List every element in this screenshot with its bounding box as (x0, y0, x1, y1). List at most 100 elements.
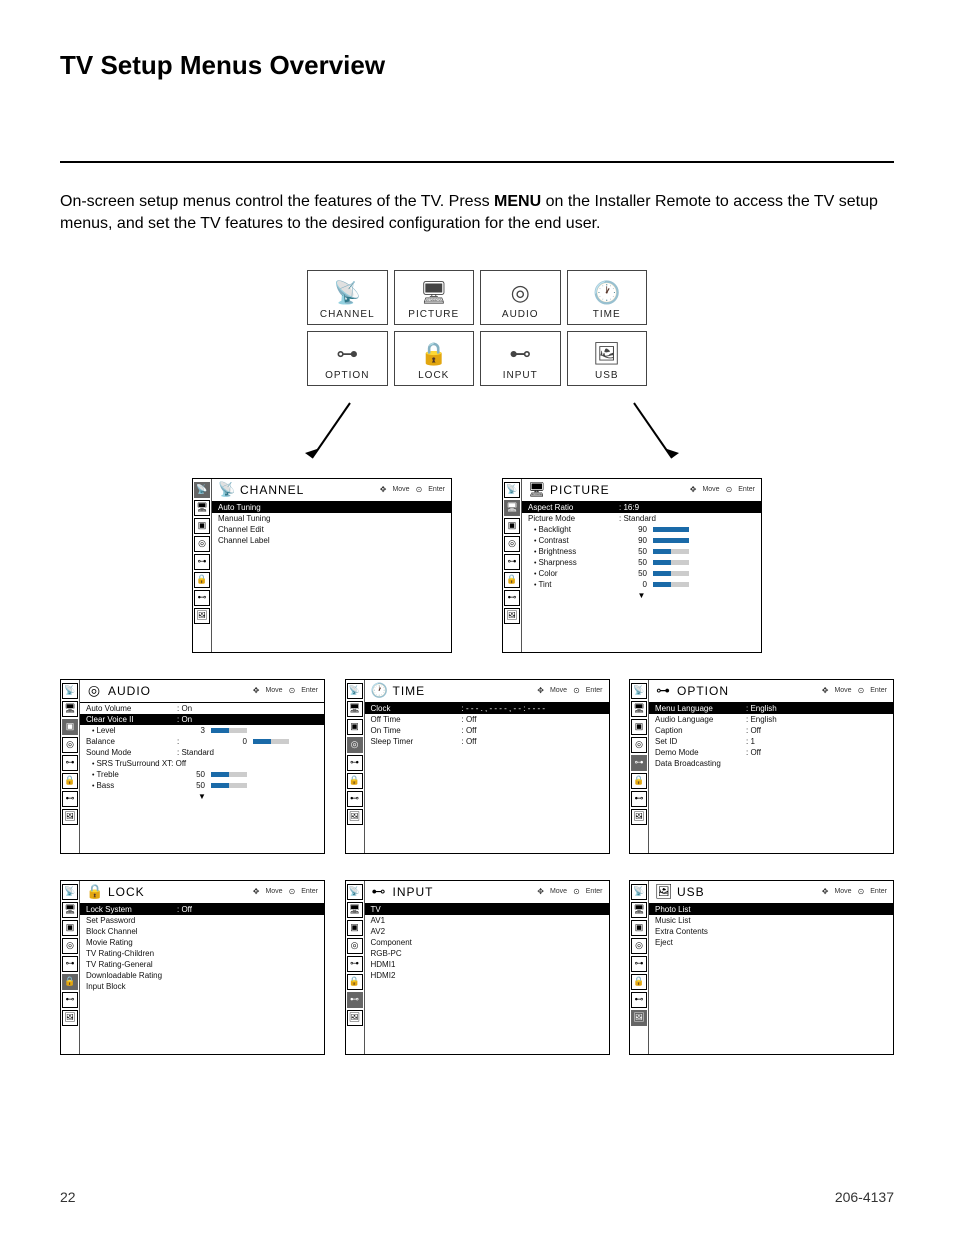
panel-row[interactable]: Clear Voice II: On (80, 714, 324, 725)
strip-icon[interactable]: 🖥 (347, 902, 363, 918)
panel-row[interactable]: Balance:0 (80, 736, 324, 747)
strip-icon[interactable]: 🔒 (631, 974, 647, 990)
strip-icon[interactable]: 🖥 (62, 902, 78, 918)
panel-row[interactable]: Set Password (80, 915, 324, 926)
strip-icon[interactable]: ⊶ (347, 755, 363, 771)
panel-row[interactable]: Auto Tuning (212, 502, 451, 513)
panel-row[interactable]: Channel Label (212, 535, 451, 546)
panel-row[interactable]: Treble50 (80, 769, 324, 780)
strip-icon[interactable]: 🖥 (194, 500, 210, 516)
strip-icon[interactable]: ⊷ (347, 791, 363, 807)
strip-icon[interactable]: ▣ (62, 920, 78, 936)
strip-icon[interactable]: ▣ (504, 518, 520, 534)
strip-icon[interactable]: 🖼 (504, 608, 520, 624)
panel-row[interactable]: Data Broadcasting (649, 758, 893, 769)
strip-icon[interactable]: ⊶ (504, 554, 520, 570)
panel-row[interactable]: Picture Mode: Standard (522, 513, 761, 524)
panel-row[interactable]: Menu Language: English (649, 703, 893, 714)
panel-row[interactable]: TV Rating-Children (80, 948, 324, 959)
panel-row[interactable]: Audio Language: English (649, 714, 893, 725)
strip-icon[interactable]: ⊷ (504, 590, 520, 606)
strip-icon[interactable]: ◎ (504, 536, 520, 552)
panel-row[interactable]: Contrast90 (522, 535, 761, 546)
strip-icon[interactable]: 🔒 (347, 974, 363, 990)
panel-row[interactable]: TV Rating-General (80, 959, 324, 970)
menu-cell-option[interactable]: ⊶OPTION (307, 331, 388, 386)
panel-row[interactable]: Brightness50 (522, 546, 761, 557)
panel-row[interactable]: Bass50 (80, 780, 324, 791)
strip-icon[interactable]: ⊶ (631, 755, 647, 771)
strip-icon[interactable]: ◎ (62, 737, 78, 753)
strip-icon[interactable]: 📡 (631, 683, 647, 699)
strip-icon[interactable]: ⊷ (194, 590, 210, 606)
strip-icon[interactable]: 🔒 (347, 773, 363, 789)
panel-row[interactable]: HDMI1 (365, 959, 609, 970)
panel-row[interactable]: Movie Rating (80, 937, 324, 948)
panel-row[interactable]: Eject (649, 937, 893, 948)
strip-icon[interactable]: ⊶ (62, 755, 78, 771)
panel-row[interactable]: Level3 (80, 725, 324, 736)
strip-icon[interactable]: ⊷ (347, 992, 363, 1008)
panel-row[interactable]: Set ID: 1 (649, 736, 893, 747)
strip-icon[interactable]: 🔒 (631, 773, 647, 789)
panel-row[interactable]: Downloadable Rating (80, 970, 324, 981)
strip-icon[interactable]: 🖥 (62, 701, 78, 717)
strip-icon[interactable]: 📡 (631, 884, 647, 900)
menu-cell-picture[interactable]: 🖥PICTURE (394, 270, 475, 325)
strip-icon[interactable]: ▣ (347, 920, 363, 936)
menu-cell-usb[interactable]: 🖼USB (567, 331, 648, 386)
strip-icon[interactable]: 🖼 (631, 809, 647, 825)
strip-icon[interactable]: 📡 (504, 482, 520, 498)
strip-icon[interactable]: 📡 (347, 683, 363, 699)
strip-icon[interactable]: ▣ (194, 518, 210, 534)
panel-row[interactable]: AV2 (365, 926, 609, 937)
strip-icon[interactable]: ⊷ (62, 791, 78, 807)
panel-row[interactable]: Channel Edit (212, 524, 451, 535)
strip-icon[interactable]: 🖼 (347, 1010, 363, 1026)
strip-icon[interactable]: ⊶ (62, 956, 78, 972)
panel-row[interactable]: Sound Mode: Standard (80, 747, 324, 758)
panel-row[interactable]: AV1 (365, 915, 609, 926)
strip-icon[interactable]: 🖼 (62, 1010, 78, 1026)
strip-icon[interactable]: 🔒 (62, 974, 78, 990)
strip-icon[interactable]: 📡 (62, 683, 78, 699)
panel-row[interactable]: Component (365, 937, 609, 948)
panel-row[interactable]: HDMI2 (365, 970, 609, 981)
strip-icon[interactable]: 🖼 (194, 608, 210, 624)
panel-row[interactable]: Lock System: Off (80, 904, 324, 915)
menu-cell-lock[interactable]: 🔒LOCK (394, 331, 475, 386)
panel-row[interactable]: Block Channel (80, 926, 324, 937)
strip-icon[interactable]: 📡 (62, 884, 78, 900)
strip-icon[interactable]: 🖥 (631, 701, 647, 717)
strip-icon[interactable]: 🖥 (504, 500, 520, 516)
strip-icon[interactable]: ▣ (631, 719, 647, 735)
panel-row[interactable]: Demo Mode: Off (649, 747, 893, 758)
strip-icon[interactable]: 📡 (347, 884, 363, 900)
strip-icon[interactable]: 🖥 (347, 701, 363, 717)
panel-row[interactable]: Tint0 (522, 579, 761, 590)
panel-row[interactable]: Photo List (649, 904, 893, 915)
panel-row[interactable]: SRS TruSurround XT: Off (80, 758, 324, 769)
menu-cell-audio[interactable]: ◎AUDIO (480, 270, 561, 325)
strip-icon[interactable]: 🖼 (631, 1010, 647, 1026)
menu-cell-input[interactable]: ⊷INPUT (480, 331, 561, 386)
chevron-down-icon[interactable]: ▼ (522, 590, 761, 600)
strip-icon[interactable]: ◎ (631, 938, 647, 954)
strip-icon[interactable]: 🖥 (631, 902, 647, 918)
strip-icon[interactable]: 🔒 (194, 572, 210, 588)
strip-icon[interactable]: ▣ (347, 719, 363, 735)
panel-row[interactable]: Input Block (80, 981, 324, 992)
strip-icon[interactable]: ⊶ (347, 956, 363, 972)
panel-row[interactable]: Extra Contents (649, 926, 893, 937)
strip-icon[interactable]: 🔒 (504, 572, 520, 588)
panel-row[interactable]: Aspect Ratio: 16:9 (522, 502, 761, 513)
strip-icon[interactable]: 📡 (194, 482, 210, 498)
strip-icon[interactable]: ▣ (62, 719, 78, 735)
panel-row[interactable]: Manual Tuning (212, 513, 451, 524)
menu-cell-time[interactable]: 🕐TIME (567, 270, 648, 325)
strip-icon[interactable]: ⊷ (631, 791, 647, 807)
strip-icon[interactable]: ◎ (631, 737, 647, 753)
strip-icon[interactable]: 🖼 (347, 809, 363, 825)
strip-icon[interactable]: ◎ (347, 938, 363, 954)
panel-row[interactable]: Clock: - - - . , - - - - , - - : - - - - (365, 703, 609, 714)
